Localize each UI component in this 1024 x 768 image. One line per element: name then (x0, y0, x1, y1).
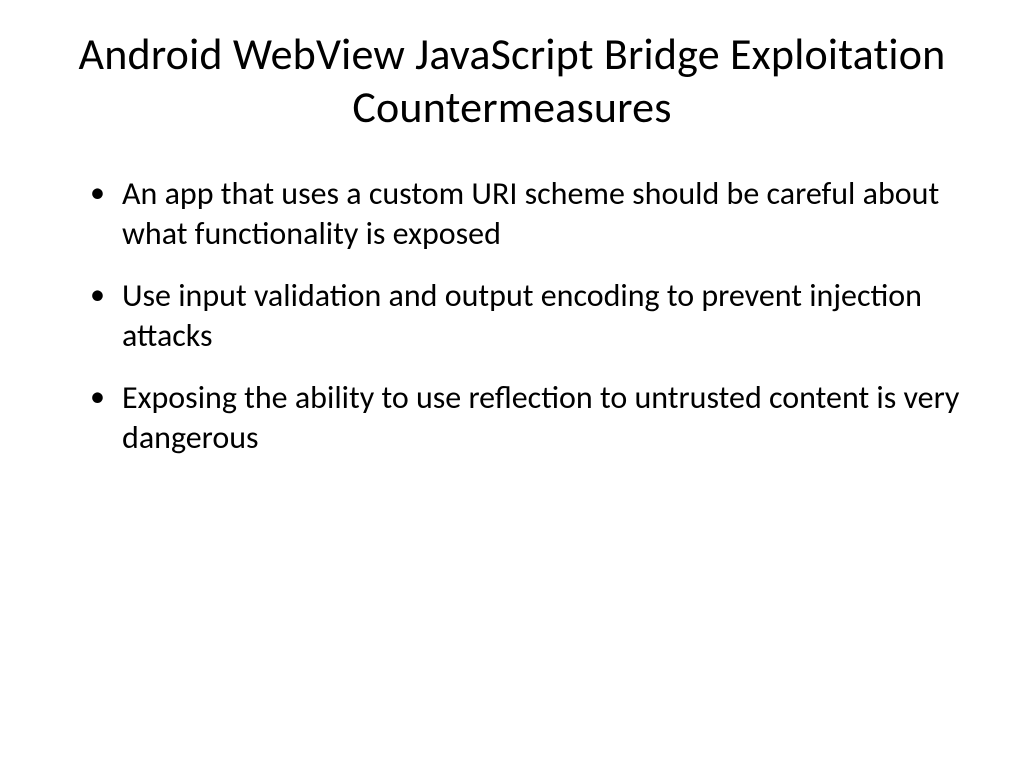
bullet-list: An app that uses a custom URI scheme sho… (60, 174, 964, 458)
slide-container: Android WebView JavaScript Bridge Exploi… (0, 0, 1024, 768)
bullet-item: An app that uses a custom URI scheme sho… (90, 174, 964, 254)
bullet-item: Use input validation and output encoding… (90, 276, 964, 356)
bullet-item: Exposing the ability to use reflection t… (90, 378, 964, 458)
slide-title: Android WebView JavaScript Bridge Exploi… (60, 28, 964, 134)
